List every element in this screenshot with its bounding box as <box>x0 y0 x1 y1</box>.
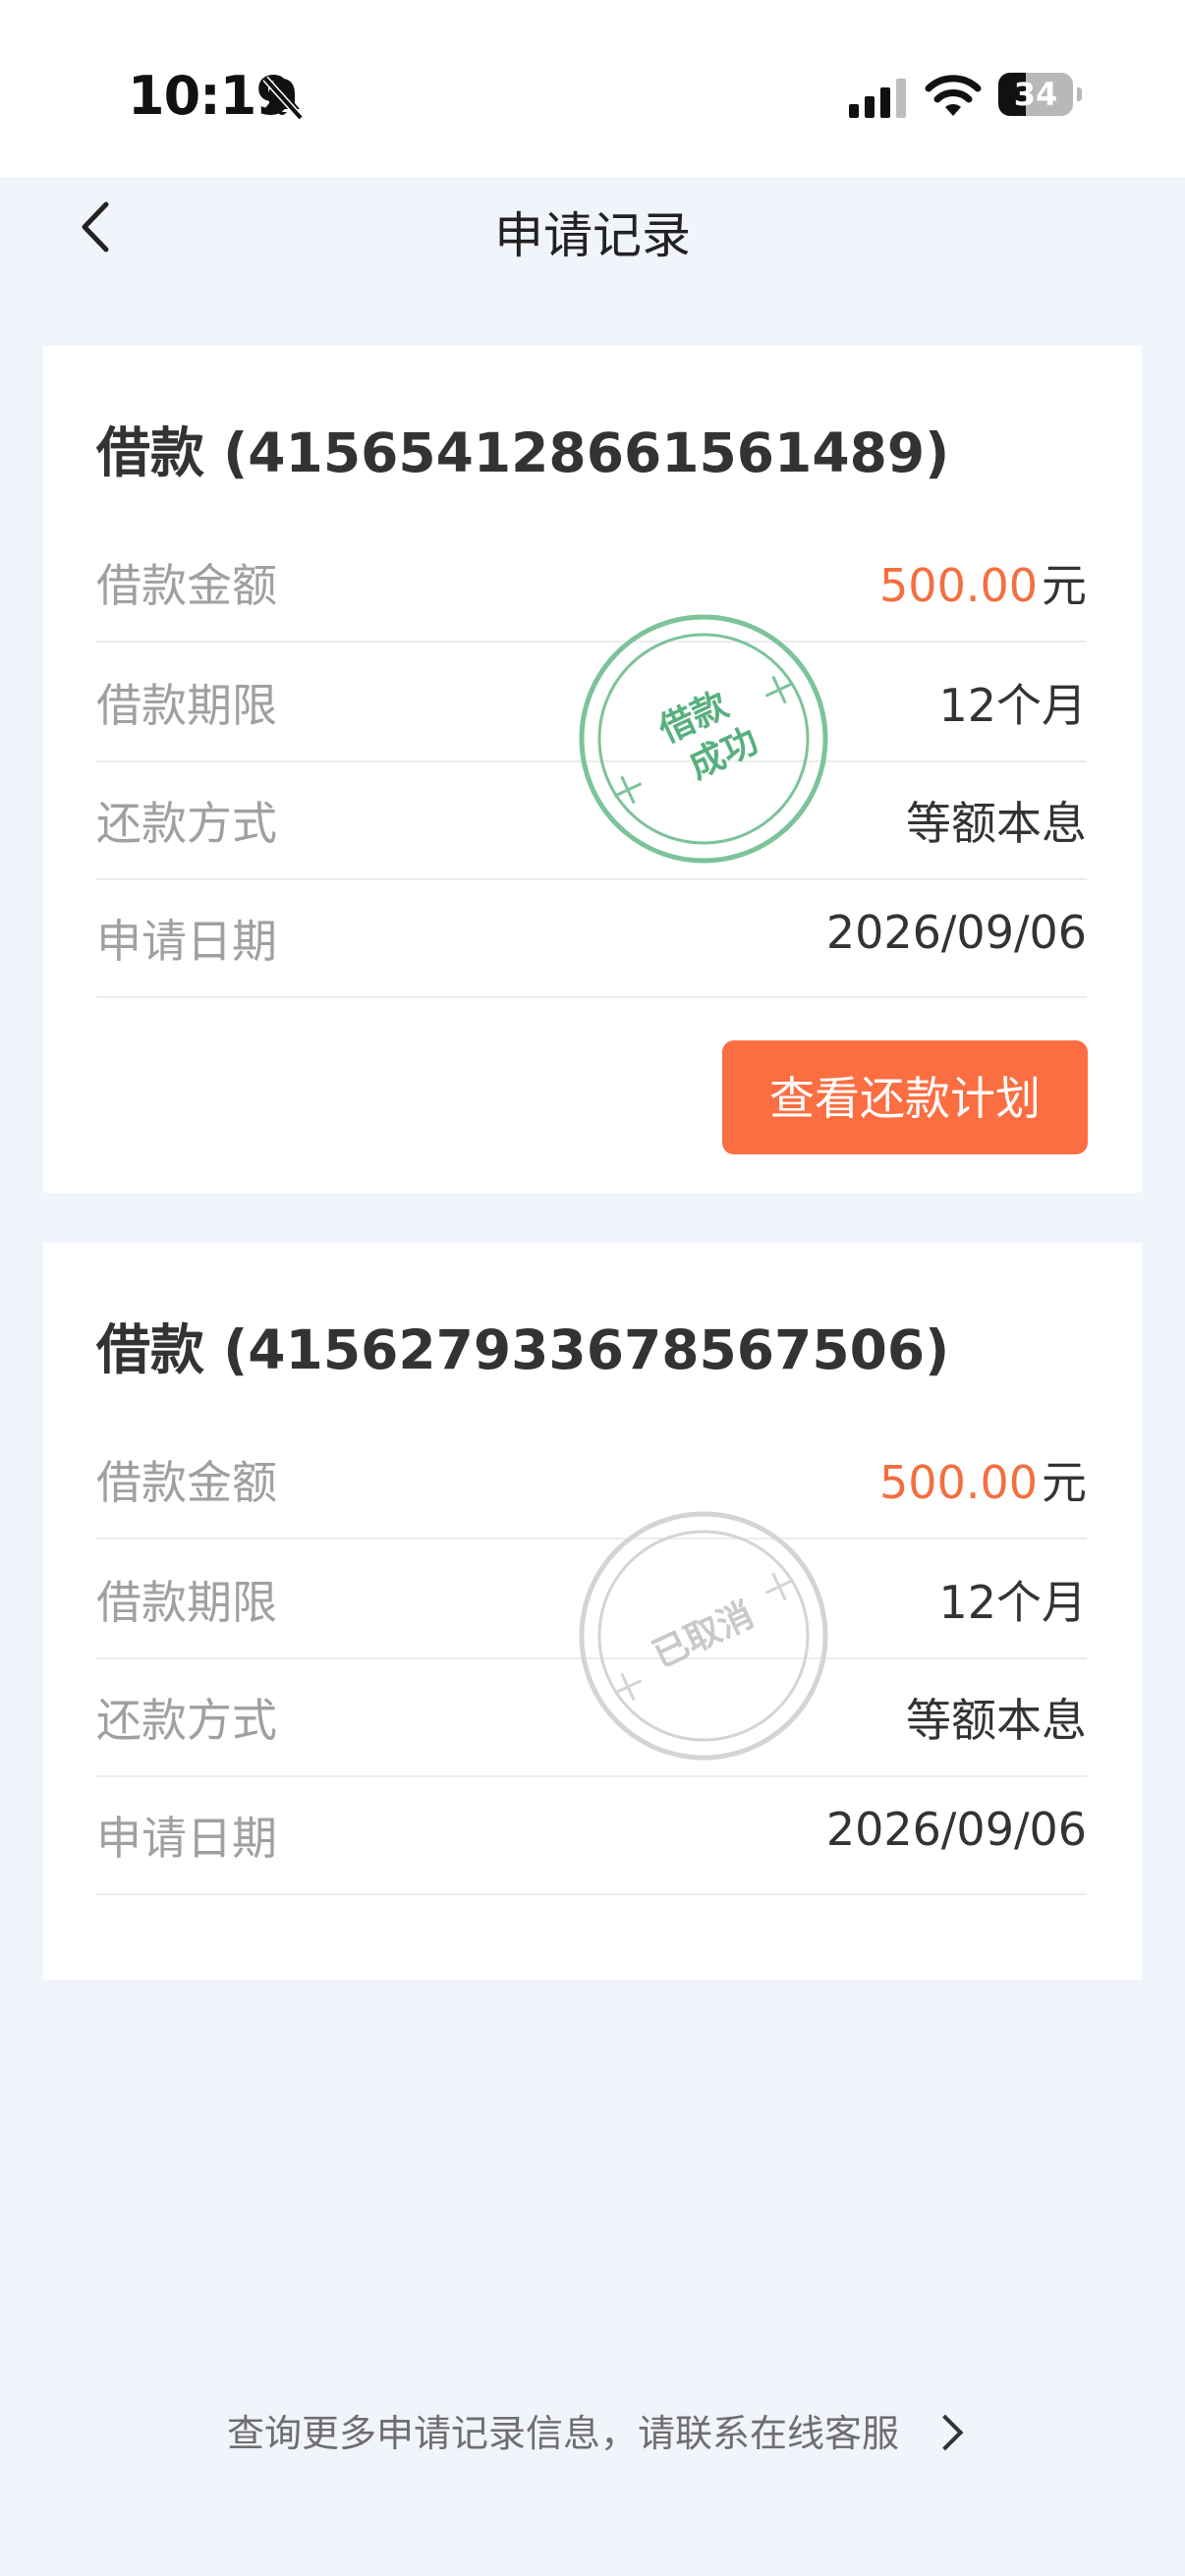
page-title: 申请记录 <box>494 207 691 264</box>
battery-level: 34 <box>1013 76 1058 113</box>
status-bar: 10:19 34 <box>0 0 1185 177</box>
method-label: 还款方式 <box>96 797 277 850</box>
record-title: 借款 (415654128661561489) <box>96 421 950 484</box>
cancelled-stamp: 已取消 <box>578 1510 829 1762</box>
date-label: 申请日期 <box>96 1812 277 1865</box>
method-value: 等额本息 <box>906 1694 1087 1747</box>
battery-icon: 34 <box>998 73 1082 116</box>
term-value: 12个月 <box>938 679 1087 732</box>
amount-value-wrap: 500.00元 <box>879 1447 1087 1512</box>
amount-unit: 元 <box>1042 1456 1087 1509</box>
footer-text: 查询更多申请记录信息，请联系在线客服 <box>226 2412 899 2455</box>
amount-value: 500.00 <box>879 559 1038 612</box>
amount-label: 借款金额 <box>96 559 277 612</box>
date-value: 2026/09/06 <box>825 906 1087 959</box>
signal-icon <box>849 79 906 118</box>
method-label: 还款方式 <box>96 1694 277 1747</box>
amount-value: 500.00 <box>879 1456 1038 1509</box>
term-value: 12个月 <box>938 1576 1087 1629</box>
amount-label: 借款金额 <box>96 1456 277 1509</box>
view-repayment-plan-button[interactable]: 查看还款计划 <box>722 1040 1088 1154</box>
wifi-icon <box>925 75 982 116</box>
amount-unit: 元 <box>1042 559 1087 612</box>
bell-slash-icon <box>262 76 304 121</box>
date-value: 2026/09/06 <box>825 1803 1087 1856</box>
method-value: 等额本息 <box>906 797 1087 850</box>
row-date: 申请日期 2026/09/06 <box>96 878 1087 998</box>
contact-support-link[interactable]: 查询更多申请记录信息，请联系在线客服 <box>0 2403 1185 2457</box>
term-label: 借款期限 <box>96 679 277 732</box>
record-card-cancelled: 借款 (415627933678567506) 借款金额 500.00元 借款期… <box>43 1243 1142 1980</box>
record-title: 借款 (415627933678567506) <box>96 1318 950 1381</box>
date-label: 申请日期 <box>96 915 277 968</box>
success-stamp: 借款 成功 <box>578 613 829 865</box>
chevron-right-icon <box>927 2414 964 2450</box>
record-card-success: 借款 (415654128661561489) 借款金额 500.00元 借款期… <box>43 346 1142 1193</box>
stamp-line1: 已取消 <box>647 1595 761 1676</box>
row-date: 申请日期 2026/09/06 <box>96 1775 1087 1895</box>
term-label: 借款期限 <box>96 1576 277 1629</box>
amount-value-wrap: 500.00元 <box>879 550 1087 615</box>
